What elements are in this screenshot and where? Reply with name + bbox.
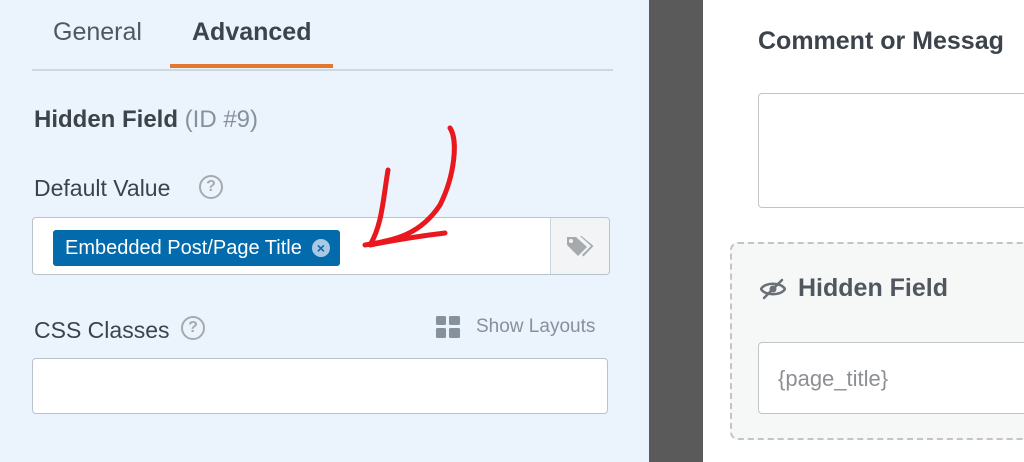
- default-value-help-icon[interactable]: ?: [199, 175, 223, 199]
- hidden-field-preview-value: {page_title}: [778, 366, 889, 391]
- tab-advanced[interactable]: Advanced: [192, 18, 311, 47]
- form-preview: Comment or Messag Hidden Field {page_tit…: [703, 0, 1024, 462]
- insert-smart-tag-button[interactable]: [550, 218, 609, 274]
- css-classes-label: CSS Classes: [34, 317, 170, 343]
- field-name: Hidden Field: [34, 106, 178, 133]
- field-options-panel: General Advanced Hidden Field (ID #9) De…: [0, 0, 649, 462]
- show-layouts-button[interactable]: Show Layouts: [436, 316, 595, 338]
- active-tab-indicator: [170, 64, 333, 68]
- comment-field-label: Comment or Messag: [758, 27, 1004, 55]
- panel-divider: [649, 0, 703, 462]
- field-id: (ID #9): [184, 106, 259, 133]
- default-value-input[interactable]: Embedded Post/Page Title ×: [32, 217, 610, 275]
- comment-textarea[interactable]: [758, 93, 1024, 208]
- css-classes-help-icon[interactable]: ?: [181, 316, 205, 340]
- grid-icon: [436, 316, 460, 338]
- hidden-field-preview-input: {page_title}: [758, 342, 1024, 414]
- remove-smart-tag-icon[interactable]: ×: [311, 239, 330, 257]
- default-value-label: Default Value: [34, 175, 171, 201]
- hidden-field-preview[interactable]: Hidden Field {page_title}: [730, 242, 1024, 440]
- smart-tag-label: Embedded Post/Page Title: [65, 236, 302, 259]
- tab-general[interactable]: General: [53, 18, 142, 47]
- hidden-field-preview-title: Hidden Field: [798, 274, 948, 302]
- field-options-tabs: General Advanced: [32, 0, 613, 71]
- tags-icon: [567, 236, 594, 257]
- smart-tag-chip: Embedded Post/Page Title ×: [53, 230, 340, 266]
- field-title: Hidden Field (ID #9): [34, 106, 258, 134]
- css-classes-input[interactable]: [32, 358, 608, 414]
- eye-slash-icon: [760, 278, 786, 299]
- show-layouts-label: Show Layouts: [476, 316, 596, 337]
- hidden-field-preview-label: Hidden Field: [760, 274, 948, 303]
